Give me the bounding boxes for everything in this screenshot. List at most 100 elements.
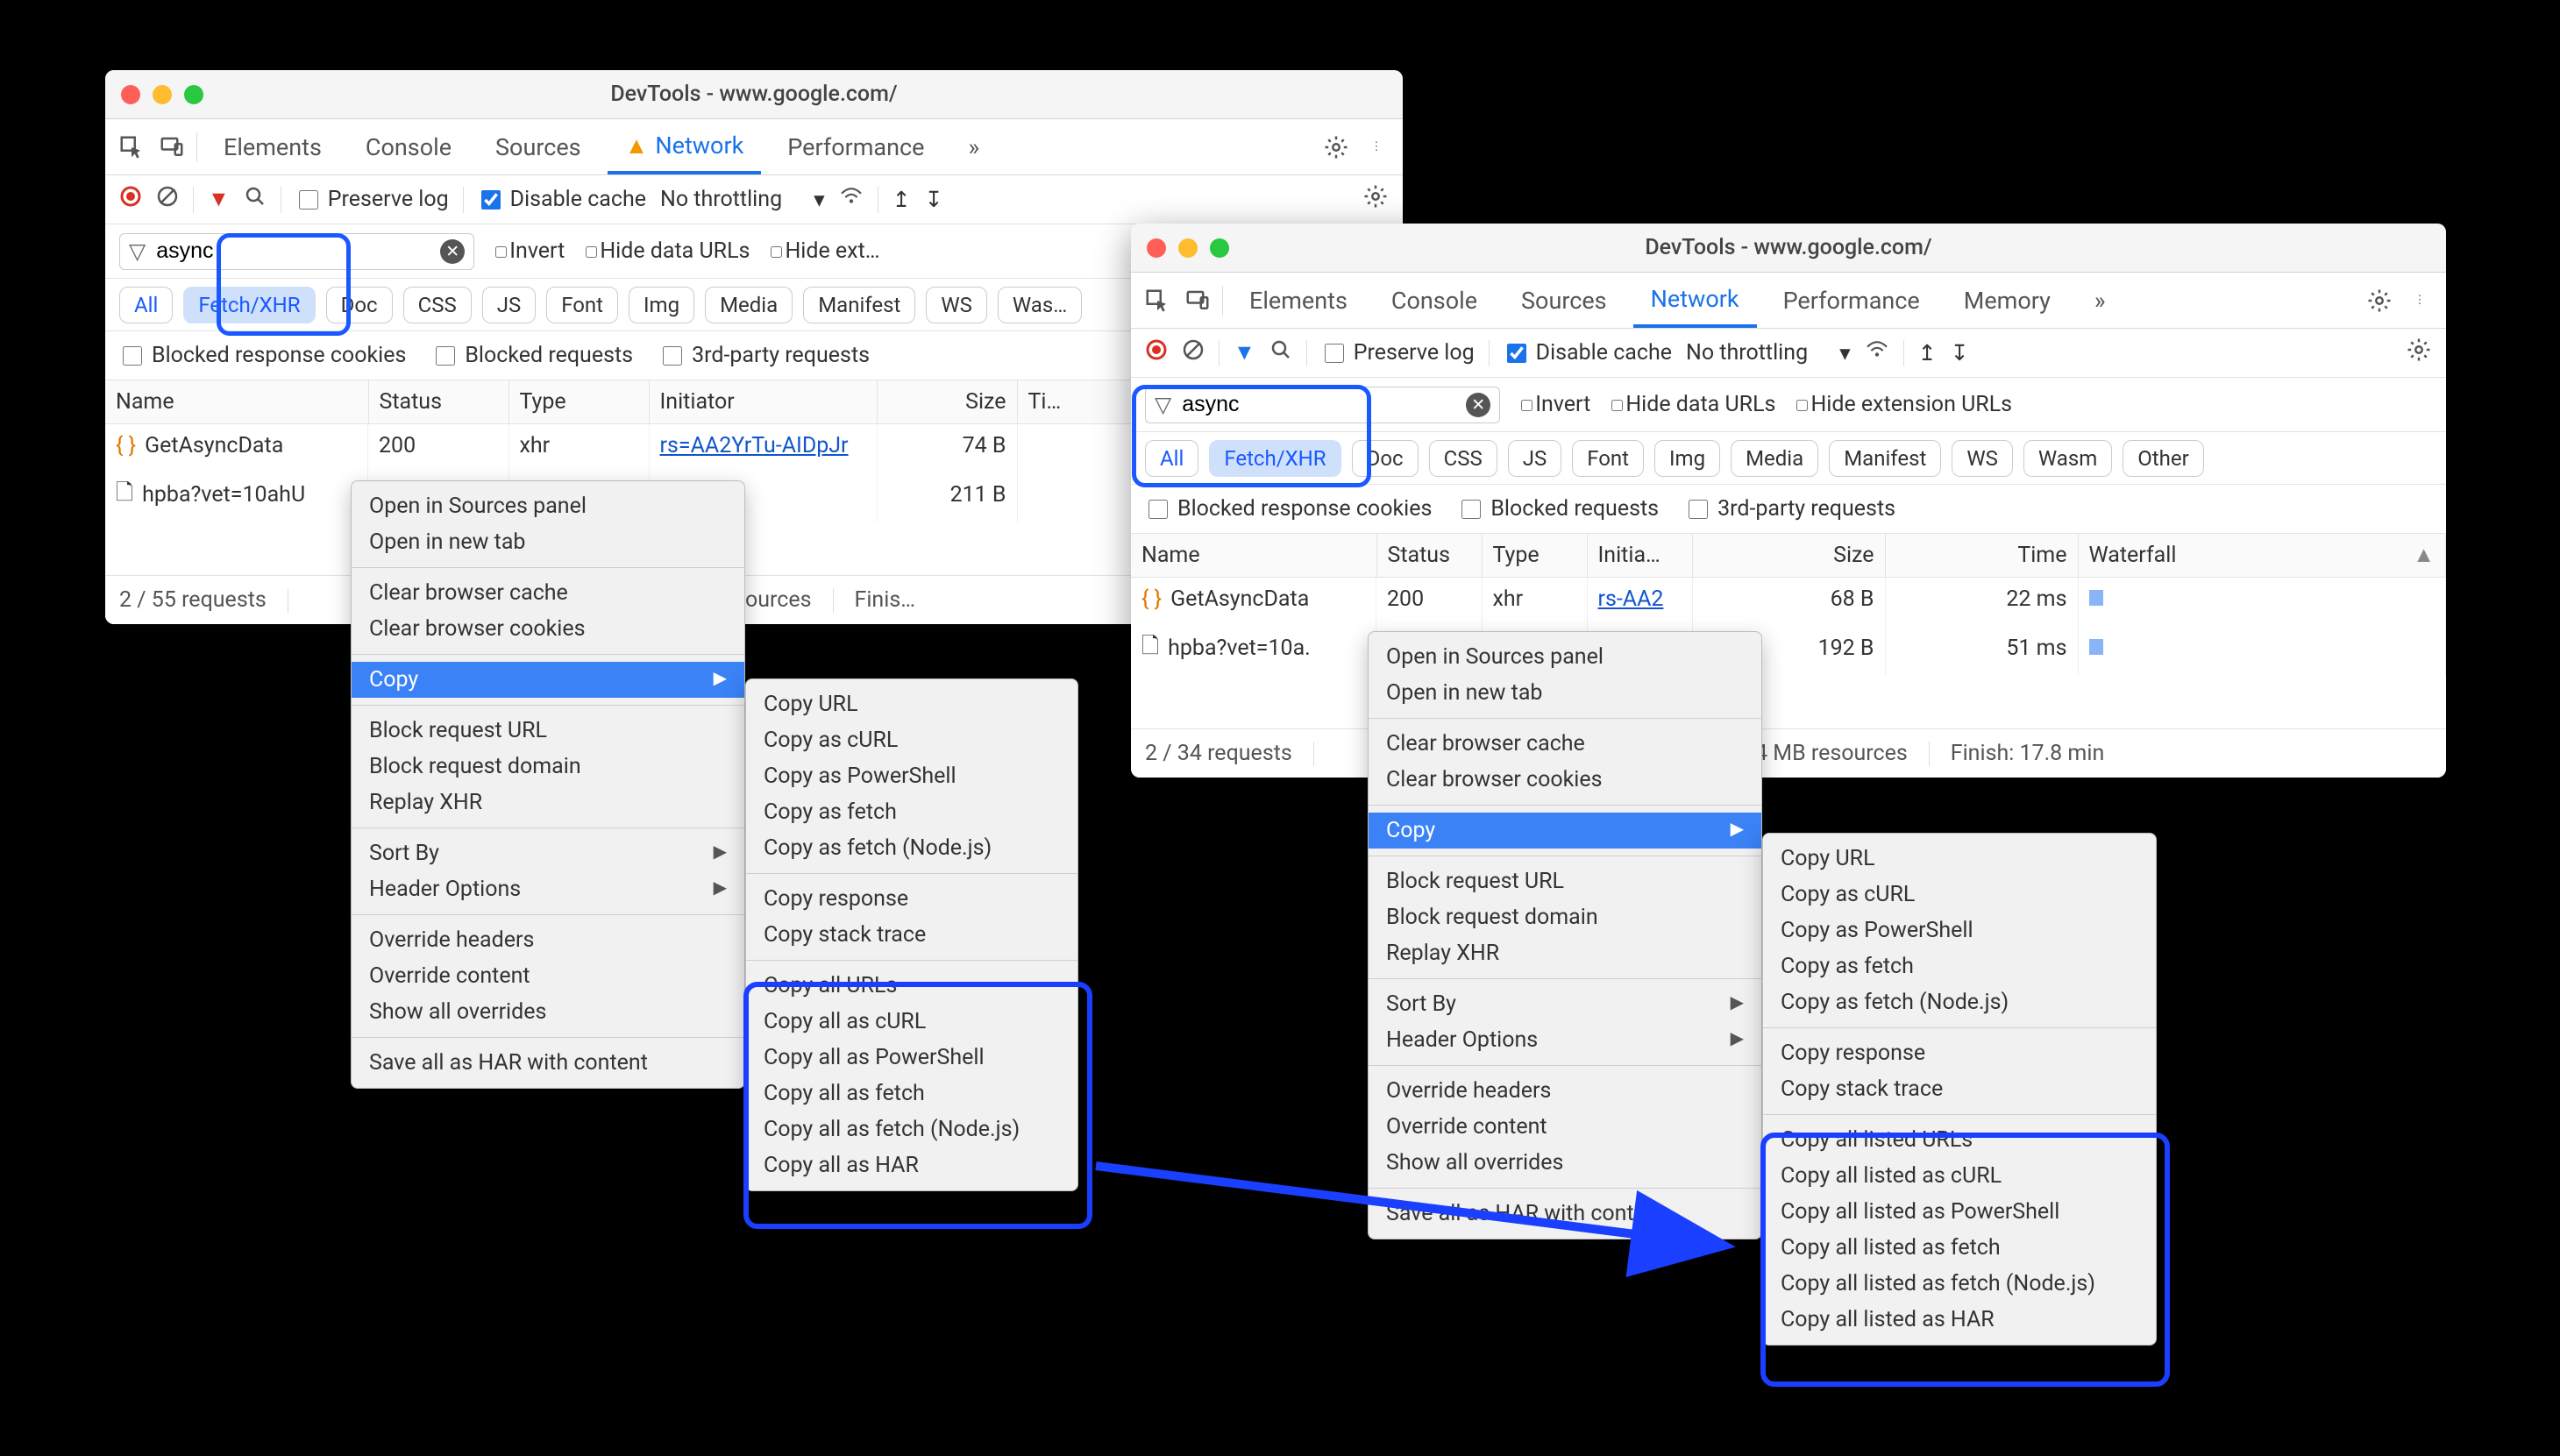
tab-elements[interactable]: Elements — [1232, 273, 1365, 328]
menu-copy-all-har[interactable]: Copy all as HAR — [746, 1147, 1077, 1183]
inspect-icon[interactable] — [116, 131, 147, 163]
tab-console[interactable]: Console — [1374, 273, 1495, 328]
menu-copy-stack[interactable]: Copy stack trace — [1763, 1071, 2156, 1107]
col-name[interactable]: Name — [105, 380, 368, 424]
menu-block-domain[interactable]: Block request domain — [352, 749, 744, 785]
menu-block-url[interactable]: Block request URL — [1369, 863, 1761, 899]
clear-icon[interactable]: ✕ — [1466, 393, 1490, 417]
menu-sort-by[interactable]: Sort By▶ — [352, 835, 744, 871]
menu-copy-all-fetch-node[interactable]: Copy all as fetch (Node.js) — [746, 1112, 1077, 1147]
menu-replay-xhr[interactable]: Replay XHR — [1369, 935, 1761, 971]
tabs-overflow[interactable]: » — [2077, 273, 2123, 328]
menu-copy-url[interactable]: Copy URL — [746, 686, 1077, 722]
menu-clear-cache[interactable]: Clear browser cache — [352, 575, 744, 611]
gear-icon[interactable] — [1362, 183, 1389, 216]
gear-icon[interactable] — [2406, 337, 2432, 369]
menu-override-content[interactable]: Override content — [352, 958, 744, 994]
menu-copy[interactable]: Copy▶ — [1369, 813, 1761, 849]
chip-ws[interactable]: WS — [1952, 440, 2013, 477]
invert-checkbox[interactable]: Invert — [1518, 392, 1590, 417]
menu-copy-all-powershell[interactable]: Copy all as PowerShell — [746, 1040, 1077, 1076]
col-status[interactable]: Status — [368, 380, 508, 424]
maximize-icon[interactable] — [184, 85, 203, 104]
chip-font[interactable]: Font — [1572, 440, 1644, 477]
device-icon[interactable] — [1182, 285, 1213, 316]
chip-img[interactable]: Img — [1654, 440, 1720, 477]
menu-copy-all-listed-curl[interactable]: Copy all listed as cURL — [1763, 1158, 2156, 1194]
chip-media[interactable]: Media — [1731, 440, 1818, 477]
menu-copy-all-urls[interactable]: Copy all URLs — [746, 968, 1077, 1004]
record-icon[interactable] — [119, 185, 142, 214]
filter-input[interactable]: ▽ ✕ — [119, 233, 474, 270]
menu-copy-response[interactable]: Copy response — [746, 881, 1077, 917]
tab-network[interactable]: Network — [1633, 273, 1757, 328]
menu-show-overrides[interactable]: Show all overrides — [352, 994, 744, 1030]
col-time[interactable]: Time — [1885, 534, 2078, 578]
menu-copy-powershell[interactable]: Copy as PowerShell — [1763, 913, 2156, 948]
inspect-icon[interactable] — [1141, 285, 1173, 316]
col-waterfall[interactable]: Waterfall ▲ — [2078, 534, 2446, 578]
minimize-icon[interactable] — [153, 85, 172, 104]
hide-data-urls-checkbox[interactable]: Hide data URLs — [582, 238, 750, 264]
invert-checkbox[interactable]: Invert — [492, 238, 565, 264]
device-icon[interactable] — [156, 131, 188, 163]
menu-copy-all-listed-fetch-node[interactable]: Copy all listed as fetch (Node.js) — [1763, 1266, 2156, 1302]
blocked-cookies-checkbox[interactable]: Blocked response cookies — [119, 343, 406, 368]
chip-doc[interactable]: Doc — [326, 287, 393, 323]
chip-wasm[interactable]: Wasm — [2023, 440, 2112, 477]
initiator-link[interactable]: rs=AA2YrTu-AIDpJr — [660, 433, 849, 458]
chip-css[interactable]: CSS — [1429, 440, 1497, 477]
menu-open-tab[interactable]: Open in new tab — [352, 524, 744, 560]
upload-icon[interactable]: ↥ — [1918, 340, 1937, 366]
filter-text-input[interactable] — [1180, 391, 1466, 418]
minimize-icon[interactable] — [1178, 238, 1198, 258]
menu-open-sources[interactable]: Open in Sources panel — [1369, 639, 1761, 675]
wifi-icon[interactable] — [839, 187, 864, 212]
kebab-icon[interactable]: ⋮ — [1361, 131, 1392, 163]
menu-block-url[interactable]: Block request URL — [352, 713, 744, 749]
col-type[interactable]: Type — [1482, 534, 1587, 578]
filter-input[interactable]: ▽ ✕ — [1145, 387, 1500, 423]
throttling-select[interactable]: No throttling ▾ — [660, 187, 825, 213]
chip-ws[interactable]: WS — [926, 287, 987, 323]
col-name[interactable]: Name — [1131, 534, 1376, 578]
menu-copy-curl[interactable]: Copy as cURL — [746, 722, 1077, 758]
chip-wasm[interactable]: Was… — [998, 287, 1082, 323]
chip-manifest[interactable]: Manifest — [1829, 440, 1941, 477]
chip-other[interactable]: Other — [2123, 440, 2203, 477]
clear-icon[interactable]: ✕ — [440, 239, 465, 264]
menu-copy-fetch[interactable]: Copy as fetch — [1763, 948, 2156, 984]
clear-icon[interactable] — [1182, 338, 1205, 367]
chip-js[interactable]: JS — [482, 287, 537, 323]
menu-clear-cookies[interactable]: Clear browser cookies — [352, 611, 744, 647]
tab-elements[interactable]: Elements — [206, 119, 339, 174]
filter-icon[interactable]: ▼ — [208, 187, 230, 212]
hide-ext-checkbox[interactable]: Hide extension URLs — [1793, 392, 2012, 417]
col-status[interactable]: Status — [1376, 534, 1482, 578]
preserve-log-checkbox[interactable]: Preserve log — [1321, 340, 1475, 366]
chip-css[interactable]: CSS — [403, 287, 472, 323]
col-initiator[interactable]: Initiator — [649, 380, 877, 424]
download-icon[interactable]: ↧ — [925, 187, 943, 213]
menu-copy-all-curl[interactable]: Copy all as cURL — [746, 1004, 1077, 1040]
hide-data-urls-checkbox[interactable]: Hide data URLs — [1608, 392, 1775, 417]
chip-img[interactable]: Img — [629, 287, 694, 323]
table-row[interactable]: 🗋hpba?vet=10a. 192 B 51 ms — [1131, 621, 2446, 676]
menu-replay-xhr[interactable]: Replay XHR — [352, 785, 744, 820]
menu-copy-fetch-node[interactable]: Copy as fetch (Node.js) — [746, 830, 1077, 866]
menu-copy-fetch-node[interactable]: Copy as fetch (Node.js) — [1763, 984, 2156, 1020]
menu-copy-all-fetch[interactable]: Copy all as fetch — [746, 1076, 1077, 1112]
menu-clear-cache[interactable]: Clear browser cache — [1369, 726, 1761, 762]
chip-fetch-xhr[interactable]: Fetch/XHR — [1209, 440, 1340, 477]
tab-performance[interactable]: Performance — [1766, 273, 1938, 328]
3rd-party-checkbox[interactable]: 3rd-party requests — [659, 343, 870, 368]
upload-icon[interactable]: ↥ — [892, 187, 911, 213]
wifi-icon[interactable] — [1865, 340, 1889, 366]
menu-header-options[interactable]: Header Options▶ — [352, 871, 744, 907]
blocked-cookies-checkbox[interactable]: Blocked response cookies — [1145, 496, 1432, 522]
menu-open-sources[interactable]: Open in Sources panel — [352, 488, 744, 524]
tab-memory[interactable]: Memory — [1946, 273, 2068, 328]
menu-block-domain[interactable]: Block request domain — [1369, 899, 1761, 935]
menu-header-options[interactable]: Header Options▶ — [1369, 1022, 1761, 1058]
gear-icon[interactable] — [2364, 285, 2395, 316]
